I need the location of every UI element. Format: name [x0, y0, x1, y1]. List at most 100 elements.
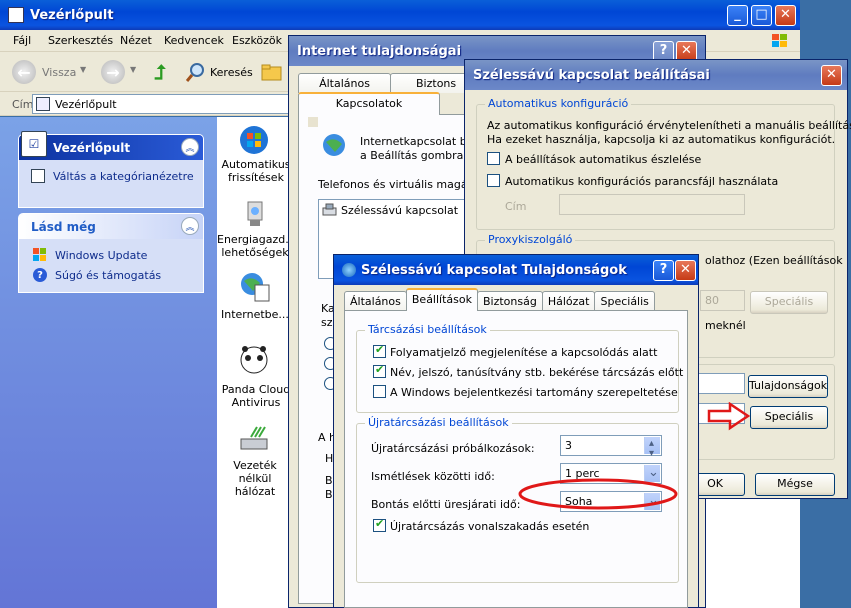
panel-header[interactable]: ☑ Vezérlőpult ︽ [19, 131, 203, 160]
menu-tools[interactable]: Eszközök [232, 34, 282, 47]
icon-internet-options[interactable]: Internetbe... [217, 267, 291, 323]
windows-update-link[interactable]: Windows Update [55, 249, 147, 262]
see-also-header[interactable]: Lásd még ︽ [19, 214, 203, 239]
prompt-label[interactable]: Név, jelszó, tanúsítvány stb. bekérése t… [390, 366, 683, 379]
redial-options-title: Újratárcsázási beállítások [365, 416, 512, 429]
icon-label: Internetbe... [221, 308, 291, 321]
ie-tab-strip: Általános Biztons [298, 73, 470, 93]
properties-button[interactable]: Tulajdonságok [748, 375, 828, 398]
address-value: Vezérlőpult [55, 98, 117, 111]
wireless-network-icon [239, 425, 271, 455]
proxy-port-input[interactable]: 80 [700, 290, 745, 311]
auto-detect-label[interactable]: A beállítások automatikus észlelése [505, 153, 701, 166]
script-address-input[interactable] [559, 194, 745, 215]
username-input[interactable] [693, 373, 745, 394]
windows-logo-icon [770, 32, 790, 50]
window-title: Vezérlőpult [30, 7, 114, 23]
tab-connections[interactable]: Kapcsolatok [298, 92, 440, 115]
switch-view-link[interactable]: Váltás a kategórianézetre [53, 170, 194, 183]
control-panel-panel-icon: ☑ [21, 131, 47, 157]
tab-security[interactable]: Biztonság [476, 291, 543, 311]
tab-network[interactable]: Hálózat [541, 291, 596, 311]
maximize-button[interactable]: □ [751, 5, 772, 26]
control-panel-small-icon [36, 97, 50, 111]
icon-power-options[interactable]: Energiagazd... lehetőségek [217, 195, 296, 265]
globe-connection-icon [320, 131, 348, 159]
address-label: Cím [505, 200, 527, 213]
folders-icon[interactable] [260, 62, 284, 82]
control-panel-panel: ☑ Vezérlőpult ︽ Váltás a kategórianézetr… [18, 131, 204, 208]
connection-icon [322, 203, 338, 217]
back-button-label[interactable]: Vissza [42, 66, 76, 79]
help-icon: ? [33, 268, 47, 282]
close-button[interactable]: ✕ [675, 260, 696, 281]
control-panel-titlebar[interactable]: Vezérlőpult [0, 0, 800, 30]
bypass-text: meknél [705, 319, 746, 332]
idle-time-label: Bontás előtti üresjárati idő: [371, 498, 521, 511]
collapse-chevron-icon[interactable]: ︽ [181, 217, 199, 235]
proxy-port-value: 80 [705, 294, 719, 307]
search-button-label[interactable]: Keresés [210, 66, 253, 79]
dialup-label: Telefonos és virtuális magánhá [318, 178, 489, 191]
icon-automatic-updates[interactable]: Automatikus frissítések [217, 117, 291, 187]
windows-update-icon [33, 248, 47, 262]
auto-script-label[interactable]: Automatikus konfigurációs parancsfájl ha… [505, 175, 778, 188]
tab-general[interactable]: Általános [298, 73, 391, 93]
ie-text-line1: Internetkapcsolat beá [360, 135, 481, 148]
domain-label[interactable]: A Windows bejelentkezési tartomány szere… [390, 386, 678, 399]
menu-favorites[interactable]: Kedvencek [164, 34, 224, 47]
back-dropdown-icon[interactable]: ▼ [80, 65, 86, 74]
tab-general[interactable]: Általános [344, 291, 407, 311]
red-ellipse-annotation [518, 478, 678, 510]
menu-file[interactable]: Fájl [13, 34, 31, 47]
broadband-settings-title: Szélessávú kapcsolat beállításai [473, 67, 710, 83]
red-arrow-annotation [707, 402, 751, 431]
tab-settings[interactable]: Beállítások [405, 288, 478, 311]
auto-detect-checkbox[interactable] [487, 152, 500, 165]
progress-checkbox[interactable] [373, 343, 386, 358]
internet-options-title: Internet tulajdonságai [297, 43, 462, 59]
ie-tab-strip-back: Kapcsolatok [298, 92, 440, 115]
broadband-settings-titlebar[interactable]: Szélessávú kapcsolat beállításai [465, 60, 847, 90]
menu-edit[interactable]: Szerkesztés [48, 34, 113, 47]
up-folder-icon[interactable]: ⮥ [148, 60, 172, 84]
globe-document-icon [239, 271, 271, 303]
help-support-link[interactable]: Súgó és támogatás [55, 269, 161, 282]
control-panel-icon [8, 7, 24, 23]
tab-advanced[interactable]: Speciális [594, 291, 655, 311]
connection-list-item[interactable]: Szélessávú kapcsolat [341, 204, 458, 217]
progress-label[interactable]: Folyamatjelző megjelenítése a kapcsolódá… [390, 346, 657, 359]
tab-security[interactable]: Biztons [390, 73, 470, 93]
back-arrow-icon[interactable]: ← [12, 60, 36, 84]
collapse-chevron-icon[interactable]: ︽ [181, 138, 199, 156]
help-button[interactable]: ? [653, 260, 674, 281]
icon-panda-antivirus[interactable]: Panda Cloud Antivirus [217, 343, 291, 413]
connection-globe-icon [342, 263, 356, 277]
close-button[interactable]: ✕ [821, 65, 842, 86]
redial-attempts-input[interactable]: 3 [560, 434, 662, 463]
close-button[interactable]: ✕ [775, 5, 796, 26]
address-label: Cím [12, 98, 34, 111]
redial-attempts-value: 3 [565, 439, 572, 452]
forward-arrow-icon[interactable]: → [101, 60, 125, 84]
minimize-button[interactable]: _ [727, 5, 748, 26]
domain-checkbox[interactable] [373, 385, 386, 398]
advanced-button[interactable]: Speciális [750, 406, 828, 429]
icon-wireless-network[interactable]: Vezeték nélkül hálózat [217, 423, 291, 498]
menu-view[interactable]: Nézet [120, 34, 152, 47]
forward-dropdown-icon[interactable]: ▼ [130, 65, 136, 74]
search-icon[interactable] [185, 61, 207, 83]
address-field[interactable]: Vezérlőpult [32, 94, 302, 114]
proxy-text: olathoz (Ezen beállítások [705, 254, 843, 267]
connection-properties-titlebar[interactable]: Szélessávú kapcsolat Tulajdonságok [334, 255, 698, 285]
prompt-checkbox[interactable] [373, 363, 386, 378]
task-pane: ☑ Vezérlőpult ︽ Váltás a kategórianézetr… [0, 117, 217, 608]
cancel-button[interactable]: Mégse [755, 473, 835, 496]
redial-on-drop-checkbox[interactable] [373, 517, 386, 532]
redial-on-drop-label[interactable]: Újratárcsázás vonalszakadás esetén [390, 520, 589, 533]
auto-config-text1: Az automatikus konfiguráció érvénytelení… [487, 119, 851, 132]
power-plug-icon [239, 199, 269, 229]
proxy-advanced-button[interactable]: Speciális [750, 291, 828, 314]
auto-script-checkbox[interactable] [487, 174, 500, 187]
spinner-arrows-icon[interactable] [644, 434, 660, 463]
